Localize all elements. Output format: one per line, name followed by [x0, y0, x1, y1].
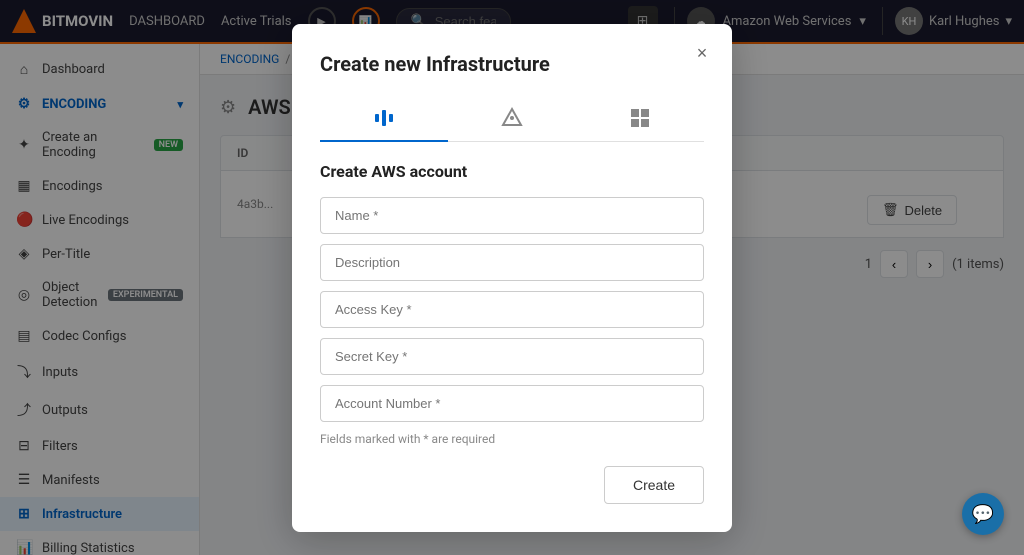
account-number-field[interactable] [320, 385, 704, 422]
modal-tab-aws[interactable] [320, 96, 448, 142]
modal-tab-azure[interactable] [576, 96, 704, 142]
aws-tab-icon [372, 106, 396, 130]
modal-title: Create new Infrastructure [320, 52, 704, 76]
secret-key-field[interactable] [320, 338, 704, 375]
description-field[interactable] [320, 244, 704, 281]
modal-footer: Create [320, 466, 704, 504]
create-button[interactable]: Create [604, 466, 704, 504]
modal-close-button[interactable]: × [688, 44, 716, 68]
modal-overlay[interactable]: Create new Infrastructure × [200, 44, 1024, 555]
modal-tabs [320, 96, 704, 142]
name-field[interactable] [320, 197, 704, 234]
create-infrastructure-modal: Create new Infrastructure × [292, 44, 732, 532]
required-note: Fields marked with * are required [320, 432, 704, 446]
chat-support-button[interactable]: 💬 [962, 493, 1004, 535]
main-area: ⌂ Dashboard ⚙ ENCODING ▾ ✦ Create an Enc… [0, 44, 1024, 555]
form-section-title: Create AWS account [320, 162, 704, 181]
page-content-area: ENCODING / ⚙ AWS 4443... ID Description … [200, 44, 1024, 555]
gcp-tab-icon [500, 106, 524, 130]
modal-tab-gcp[interactable] [448, 96, 576, 142]
access-key-field[interactable] [320, 291, 704, 328]
azure-tab-icon [628, 106, 652, 130]
